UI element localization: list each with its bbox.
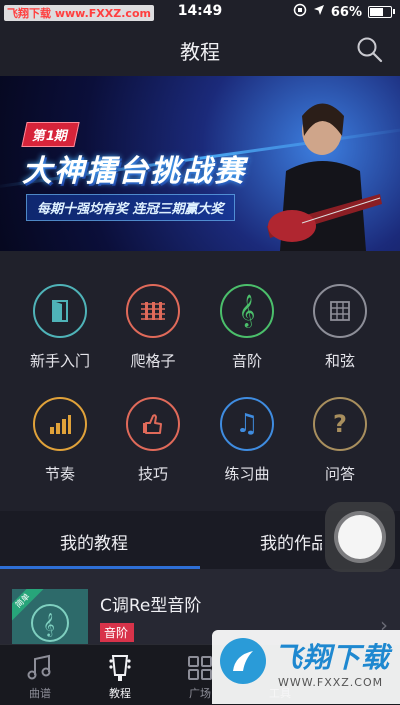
svg-text:𝄞: 𝄞 — [43, 612, 55, 637]
status-bar: 飞翔下载 www.FXXZ.com 14:49 66% — [0, 0, 400, 24]
category-qa[interactable]: ? 问答 — [290, 397, 390, 507]
category-fretboard[interactable]: 爬格子 — [103, 284, 203, 394]
category-label: 爬格子 — [130, 352, 176, 370]
promo-banner[interactable]: 第1期 大神擂台挑战赛 每期十强均有奖 连冠三期赢大奖 — [0, 76, 400, 251]
guitar-head-icon — [80, 651, 160, 685]
category-label: 技巧 — [137, 465, 168, 483]
search-icon[interactable] — [356, 36, 384, 64]
question-icon: ? — [313, 397, 367, 451]
category-grid: 新手入门 爬格子 𝄞 音阶 和弦 节奏 技巧 ♫ 练习曲 ? 问答 — [0, 251, 400, 511]
assistive-touch-button[interactable] — [325, 502, 395, 572]
lock-rotation-icon — [293, 3, 307, 21]
category-etudes[interactable]: ♫ 练习曲 — [197, 397, 297, 507]
category-beginner[interactable]: 新手入门 — [10, 284, 110, 394]
category-label: 音阶 — [231, 352, 262, 370]
battery-percent: 66% — [330, 4, 362, 20]
category-skills[interactable]: 技巧 — [103, 397, 203, 507]
category-label: 练习曲 — [224, 465, 270, 483]
bars-icon — [33, 397, 87, 451]
lesson-thumbnail: 简单 𝄞 — [12, 589, 88, 649]
page-title: 教程 — [180, 40, 220, 64]
music-note-icon: ♫ — [220, 397, 274, 451]
watermark-bottom: 飞翔下载 WWW.FXXZ.COM — [212, 630, 400, 704]
banner-tag: 第1期 — [21, 122, 80, 147]
category-chords[interactable]: 和弦 — [290, 284, 390, 394]
chord-grid-icon — [313, 284, 367, 338]
lesson-title: C调Re型音阶 — [100, 596, 202, 616]
tab-my-tutorials[interactable]: 我的教程 — [60, 529, 128, 554]
hand-icon — [126, 397, 180, 451]
app-header: 教程 — [0, 24, 400, 76]
lesson-category-badge: 音阶 — [100, 623, 135, 642]
category-label: 节奏 — [44, 465, 75, 483]
tab-label: 曲谱 — [29, 687, 51, 700]
watermark-logo-icon — [220, 638, 266, 684]
battery-icon — [368, 6, 395, 18]
category-label: 和弦 — [324, 352, 355, 370]
category-label: 新手入门 — [29, 352, 90, 370]
location-icon — [313, 4, 325, 20]
banner-subline: 每期十强均有奖 连冠三期赢大奖 — [26, 194, 235, 221]
category-scales[interactable]: 𝄞 音阶 — [197, 284, 297, 394]
treble-clef-icon: 𝄞 — [220, 284, 274, 338]
category-label: 问答 — [324, 465, 355, 483]
music-notes-icon — [0, 651, 80, 685]
tab-scores[interactable]: 曲谱 — [0, 651, 80, 701]
watermark-brand: 飞翔下载 — [274, 641, 391, 674]
banner-headline: 大神擂台挑战赛 — [22, 154, 246, 189]
tab-tutorials[interactable]: 教程 — [80, 651, 160, 701]
tab-label: 教程 — [109, 687, 131, 700]
category-rhythm[interactable]: 节奏 — [10, 397, 110, 507]
fretboard-icon — [126, 284, 180, 338]
tab-my-works[interactable]: 我的作品 — [260, 529, 322, 554]
door-icon — [33, 284, 87, 338]
status-right: 66% — [293, 3, 395, 21]
guitarist-image — [267, 103, 382, 251]
watermark-url: WWW.FXXZ.COM — [278, 676, 384, 689]
